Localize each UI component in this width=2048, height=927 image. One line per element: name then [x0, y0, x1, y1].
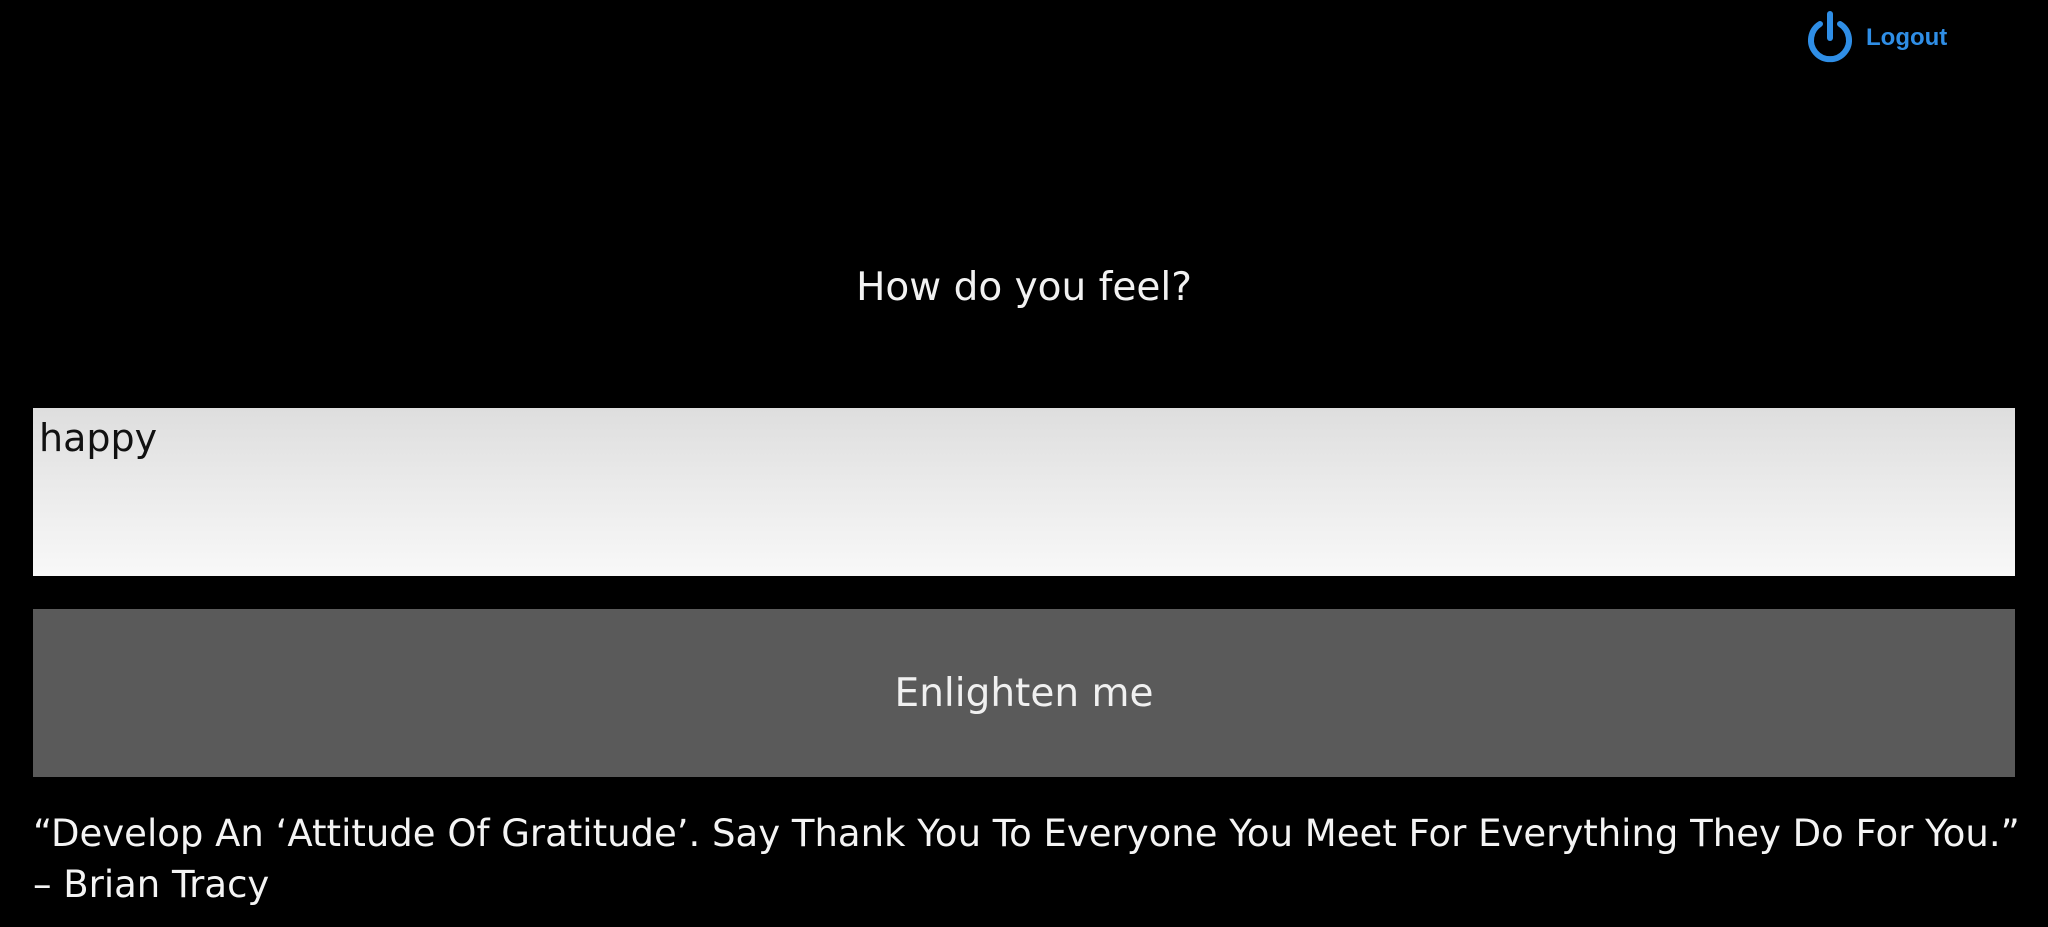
- logout-button[interactable]: Logout: [1802, 8, 1947, 68]
- quote-text: “Develop An ‘Attitude Of Gratitude’. Say…: [33, 812, 2020, 855]
- enlighten-button[interactable]: Enlighten me: [33, 609, 2015, 777]
- quote-author: – Brian Tracy: [33, 863, 270, 906]
- feeling-prompt: How do you feel?: [856, 265, 1192, 310]
- power-icon: [1808, 11, 1852, 63]
- app-screen: Logout How do you feel? happy Enlighten …: [0, 0, 2048, 927]
- mood-input[interactable]: happy: [33, 408, 2015, 576]
- logout-label: Logout: [1866, 24, 1948, 51]
- quote-block: “Develop An ‘Attitude Of Gratitude’. Say…: [33, 808, 2023, 910]
